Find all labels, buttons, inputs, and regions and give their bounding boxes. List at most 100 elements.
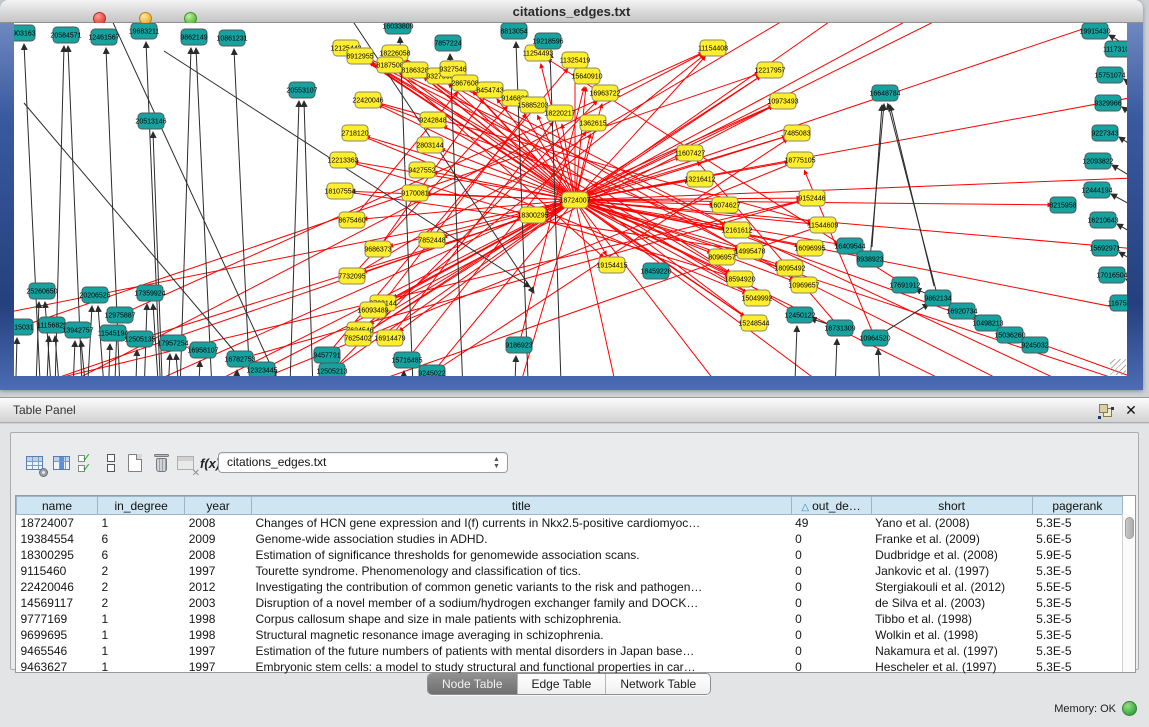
graph-node[interactable]: 15640910 bbox=[571, 68, 602, 84]
graph-node[interactable]: 8215958 bbox=[1049, 197, 1076, 213]
column-header-title[interactable]: title bbox=[251, 497, 791, 515]
table-row[interactable]: 1872400712008Changes of HCN gene express… bbox=[17, 515, 1123, 532]
table-selector-dropdown[interactable]: citations_edges.txt ▲▼ bbox=[218, 452, 508, 473]
graph-node[interactable]: 3915031 bbox=[14, 319, 34, 335]
graph-node[interactable]: 8675460 bbox=[338, 212, 365, 228]
graph-node[interactable]: 16093489 bbox=[357, 302, 388, 318]
graph-node[interactable]: 17359924 bbox=[134, 285, 165, 301]
resize-grip[interactable] bbox=[1110, 359, 1126, 375]
graph-node[interactable]: 20553107 bbox=[286, 82, 317, 98]
graph-node[interactable]: 25260650 bbox=[26, 283, 57, 299]
float-panel-icon[interactable] bbox=[1098, 403, 1114, 419]
graph-node[interactable]: 10964520 bbox=[859, 330, 890, 346]
graph-node[interactable]: 12323445 bbox=[246, 362, 277, 376]
graph-node[interactable]: 22420046 bbox=[352, 92, 383, 108]
graph-node[interactable]: 16648784 bbox=[869, 85, 900, 101]
graph-node[interactable]: 9242848 bbox=[419, 112, 446, 128]
graph-node[interactable]: 15248544 bbox=[738, 315, 769, 331]
graph-node[interactable]: 9862134 bbox=[924, 290, 951, 306]
graph-node[interactable]: 8186328 bbox=[401, 62, 428, 78]
graph-node[interactable]: 15049992 bbox=[741, 290, 772, 306]
graph-node[interactable]: 10861231 bbox=[216, 30, 247, 46]
graph-node[interactable]: 8187508 bbox=[376, 57, 403, 73]
table-row[interactable]: 946554611997Estimation of the future num… bbox=[17, 643, 1123, 659]
graph-node[interactable]: 12975887 bbox=[104, 307, 135, 323]
graph-node[interactable]: 15692971 bbox=[1089, 240, 1120, 256]
tab-edge-table[interactable]: Edge Table bbox=[518, 674, 607, 694]
table-row[interactable]: 1830029562008Estimation of significance … bbox=[17, 547, 1123, 563]
graph-node[interactable]: 19154415 bbox=[596, 257, 627, 273]
graph-node[interactable]: 11607427 bbox=[675, 145, 706, 161]
memory-status-indicator[interactable] bbox=[1122, 701, 1137, 716]
graph-node[interactable]: 7857224 bbox=[434, 35, 461, 51]
graph-node[interactable]: 8903163 bbox=[14, 25, 36, 41]
graph-hub-node[interactable]: 18724007 bbox=[559, 192, 590, 208]
graph-node[interactable]: 14995478 bbox=[734, 243, 765, 259]
graph-node[interactable]: 8813054 bbox=[500, 23, 527, 39]
graph-node[interactable]: 18220217 bbox=[544, 105, 575, 121]
tab-network-table[interactable]: Network Table bbox=[606, 674, 710, 694]
close-panel-icon[interactable]: ✕ bbox=[1123, 402, 1139, 418]
graph-node[interactable]: 20584571 bbox=[50, 27, 81, 43]
table-columns-icon[interactable] bbox=[51, 453, 73, 475]
graph-node[interactable]: 18594920 bbox=[724, 271, 755, 287]
graph-node[interactable]: 15036260 bbox=[994, 327, 1025, 343]
graph-node[interactable]: 12444194 bbox=[1081, 182, 1112, 198]
column-header-out_de[interactable]: △out_de… bbox=[791, 497, 871, 515]
graph-node[interactable]: 9862149 bbox=[180, 29, 207, 45]
graph-node[interactable]: 1362615 bbox=[579, 115, 606, 131]
graph-node[interactable]: 10973493 bbox=[767, 93, 798, 109]
graph-node[interactable]: 12161612 bbox=[721, 222, 752, 238]
graph-node[interactable]: 12505135 bbox=[124, 331, 155, 347]
graph-node[interactable]: 2718120 bbox=[341, 125, 368, 141]
row-height-icon[interactable] bbox=[101, 453, 123, 475]
graph-node[interactable]: 19915430 bbox=[1079, 23, 1110, 39]
graph-node[interactable]: 10969657 bbox=[788, 277, 819, 293]
graph-node[interactable]: 12213363 bbox=[327, 152, 358, 168]
graph-node[interactable]: 19683211 bbox=[129, 23, 160, 39]
graph-node[interactable]: 12461567 bbox=[88, 29, 119, 45]
delete-table-icon[interactable]: ✕ bbox=[175, 453, 197, 475]
graph-node[interactable]: 12217957 bbox=[754, 62, 785, 78]
table-settings-icon[interactable] bbox=[24, 453, 46, 475]
graph-node[interactable]: 9245032 bbox=[1021, 337, 1048, 353]
graph-node[interactable]: 16920734 bbox=[946, 303, 977, 319]
column-header-year[interactable]: year bbox=[185, 497, 252, 515]
graph-node[interactable]: 9245022 bbox=[418, 365, 445, 376]
graph-node[interactable]: 12450122 bbox=[784, 307, 815, 323]
network-canvas[interactable]: 1872400712125443182260588912955818750881… bbox=[14, 23, 1127, 376]
graph-node[interactable]: 15751074 bbox=[1094, 67, 1125, 83]
network-view-window[interactable]: citations_edges.txt 18724007121254431822… bbox=[0, 0, 1143, 390]
column-header-name[interactable]: name bbox=[17, 497, 98, 515]
graph-node[interactable]: 18095492 bbox=[774, 260, 805, 276]
graph-node[interactable]: 18107554 bbox=[324, 183, 355, 199]
graph-node[interactable]: 15716485 bbox=[391, 352, 422, 368]
column-header-short[interactable]: short bbox=[871, 497, 1032, 515]
scrollbar-thumb[interactable] bbox=[1125, 517, 1134, 539]
graph-node[interactable]: 2867608 bbox=[451, 75, 478, 91]
table-row[interactable]: 911546021997Tourette syndrome. Phenomeno… bbox=[17, 563, 1123, 579]
graph-node[interactable]: 12505213 bbox=[316, 363, 347, 376]
graph-node[interactable]: 8454743 bbox=[476, 82, 503, 98]
graph-node[interactable]: 8096957 bbox=[708, 249, 735, 265]
graph-node[interactable]: 7625402 bbox=[344, 330, 371, 346]
graph-node[interactable]: 18775105 bbox=[784, 152, 815, 168]
graph-node[interactable]: 9152446 bbox=[798, 190, 825, 206]
graph-node[interactable]: 16033809 bbox=[382, 23, 413, 34]
graph-node[interactable]: 16963722 bbox=[589, 85, 620, 101]
graph-node[interactable]: 11325419 bbox=[560, 52, 591, 68]
graph-node[interactable]: 9170081 bbox=[401, 185, 428, 201]
select-columns-icon[interactable]: ✓ ✓ bbox=[77, 453, 99, 475]
column-header-pagerank[interactable]: pagerank bbox=[1032, 497, 1122, 515]
graph-node[interactable]: 18731309 bbox=[824, 320, 855, 336]
graph-node[interactable]: 18459220 bbox=[640, 263, 671, 279]
graph-node[interactable]: 9686373 bbox=[364, 241, 391, 257]
graph-node[interactable]: 11544609 bbox=[808, 217, 839, 233]
new-column-icon[interactable] bbox=[125, 453, 147, 475]
graph-node[interactable]: 16210643 bbox=[1087, 212, 1118, 228]
graph-node[interactable]: 18300295 bbox=[517, 207, 548, 223]
graph-node[interactable]: 19218596 bbox=[532, 33, 563, 49]
graph-node[interactable]: 11154408 bbox=[698, 40, 728, 56]
tab-node-table[interactable]: Node Table bbox=[428, 674, 518, 694]
graph-node[interactable]: 16074627 bbox=[709, 197, 740, 213]
